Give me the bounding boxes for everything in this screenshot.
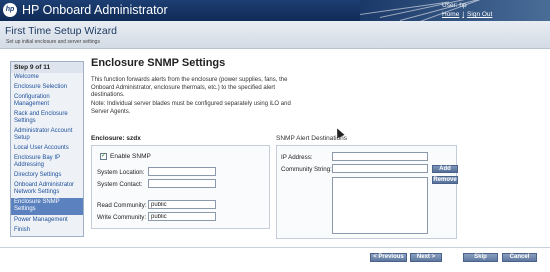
step-administrator-account-setup[interactable]: Administrator Account bbox=[11, 128, 83, 135]
top-banner: hp HP Onboard Administrator User: hp Hom… bbox=[0, 0, 550, 21]
sign-out-link[interactable]: Sign Out bbox=[467, 11, 492, 18]
write-community-input[interactable] bbox=[148, 212, 216, 221]
community-string-input[interactable] bbox=[332, 164, 428, 173]
step-oa-network-settings[interactable]: Onboard Administrator bbox=[11, 182, 83, 189]
step-directory-settings[interactable]: Directory Settings bbox=[11, 172, 83, 179]
destinations-listbox[interactable] bbox=[332, 177, 428, 234]
step-local-user-accounts[interactable]: Local User Accounts bbox=[11, 145, 83, 152]
step-enclosure-bay-ip-2[interactable]: Addressing bbox=[11, 162, 83, 169]
step-enclosure-selection[interactable]: Enclosure Selection bbox=[11, 84, 83, 91]
step-counter: Step 9 of 11 bbox=[11, 62, 83, 73]
wizard-title: First Time Setup Wizard bbox=[5, 25, 118, 37]
cancel-button[interactable]: Cancel bbox=[502, 253, 537, 262]
step-power-management[interactable]: Power Management bbox=[11, 217, 83, 224]
system-location-input[interactable] bbox=[148, 167, 216, 176]
read-community-label: Read Community: bbox=[97, 202, 147, 209]
enclosure-label: Enclosure: szdx bbox=[91, 135, 141, 142]
app-title: HP Onboard Administrator bbox=[22, 3, 168, 17]
step-rack-enclosure-settings[interactable]: Rack and Enclosure bbox=[11, 111, 83, 118]
remove-button[interactable]: Remove bbox=[432, 176, 458, 184]
skip-button[interactable]: Skip bbox=[463, 253, 498, 262]
ip-address-label: IP Address: bbox=[281, 154, 313, 161]
user-links: Home | Sign Out bbox=[442, 11, 492, 18]
step-enclosure-snmp-settings[interactable]: Enclosure SNMP Settings bbox=[11, 198, 83, 215]
step-welcome[interactable]: Welcome bbox=[11, 74, 83, 81]
wizard-subtitle: Set up initial enclosure and server sett… bbox=[6, 39, 100, 45]
write-community-label: Write Community: bbox=[97, 214, 147, 221]
footer-divider bbox=[0, 247, 550, 248]
system-location-label: System Location: bbox=[97, 169, 145, 176]
page-title: Enclosure SNMP Settings bbox=[91, 57, 226, 69]
enable-snmp-label: Enable SNMP bbox=[110, 153, 151, 160]
description-line: This function forwards alerts from the e… bbox=[91, 77, 288, 83]
note-line: Server Agents. bbox=[91, 108, 131, 115]
next-button[interactable]: Next > bbox=[410, 253, 442, 262]
description: This function forwards alerts from the e… bbox=[91, 77, 321, 100]
step-rack-enclosure-settings-2[interactable]: Settings bbox=[11, 118, 83, 125]
wizard-header: First Time Setup Wizard Set up initial e… bbox=[0, 21, 550, 49]
home-link[interactable]: Home bbox=[442, 11, 459, 18]
enable-snmp-checkbox[interactable]: ✓ bbox=[100, 153, 107, 160]
hp-logo: hp bbox=[3, 3, 17, 17]
step-finish[interactable]: Finish bbox=[11, 227, 83, 234]
link-separator: | bbox=[462, 11, 465, 18]
step-oa-network-settings-2[interactable]: Network Settings bbox=[11, 189, 83, 196]
previous-button[interactable]: < Previous bbox=[370, 253, 407, 262]
step-configuration-management[interactable]: Configuration bbox=[11, 94, 83, 101]
note-line: Note: Individual server blades must be c… bbox=[91, 101, 291, 107]
step-enclosure-snmp-line-2: Settings bbox=[14, 206, 36, 212]
user-label: User: hp bbox=[442, 2, 467, 9]
note: Note: Individual server blades must be c… bbox=[91, 101, 321, 116]
step-administrator-account-setup-2[interactable]: Setup bbox=[11, 135, 83, 142]
add-button[interactable]: Add bbox=[432, 165, 458, 173]
system-contact-label: System Contact: bbox=[97, 181, 143, 188]
step-enclosure-snmp-line-1: Enclosure SNMP bbox=[14, 199, 60, 205]
read-community-input[interactable] bbox=[148, 200, 216, 209]
step-enclosure-bay-ip[interactable]: Enclosure Bay IP bbox=[11, 155, 83, 162]
step-configuration-management-2[interactable]: Management bbox=[11, 101, 83, 108]
user-box: User: hp Home | Sign Out bbox=[442, 1, 550, 20]
community-string-label: Community String: bbox=[281, 166, 332, 173]
step-navigation: Step 9 of 11 Welcome Enclosure Selection… bbox=[10, 61, 84, 237]
description-line: destinations. bbox=[91, 92, 125, 98]
description-line: Onboard Administrator, enclosure thermal… bbox=[91, 84, 276, 91]
system-contact-input[interactable] bbox=[148, 179, 216, 188]
ip-address-input[interactable] bbox=[332, 152, 428, 161]
